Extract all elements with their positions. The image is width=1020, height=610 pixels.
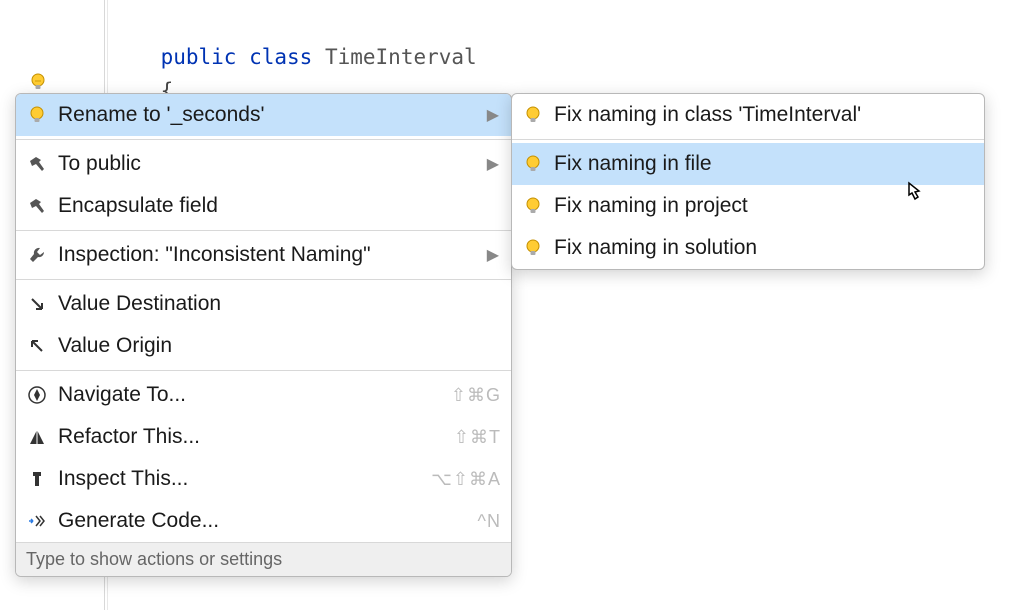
menu-item-label: Generate Code... xyxy=(58,509,468,533)
bulb-icon xyxy=(522,196,544,216)
menu-item-label: Rename to '_seconds' xyxy=(58,103,477,127)
menu-item[interactable]: Value Origin xyxy=(16,325,511,367)
menu-separator xyxy=(16,230,511,231)
arrow-ul-icon xyxy=(26,336,48,356)
menu-item[interactable]: Fix naming in file xyxy=(512,143,984,185)
menu-item[interactable]: Generate Code... ^N xyxy=(16,500,511,542)
menu-item-shortcut: ⌥⇧⌘A xyxy=(431,469,501,490)
menu-item[interactable]: Refactor This... ⇧⌘T xyxy=(16,416,511,458)
menu-item-label: Inspection: "Inconsistent Naming" xyxy=(58,243,477,267)
menu-separator xyxy=(16,139,511,140)
hammer-icon xyxy=(26,196,48,216)
menu-item[interactable]: Inspect This... ⌥⇧⌘A xyxy=(16,458,511,500)
hammer-icon xyxy=(26,154,48,174)
menu-item[interactable]: Value Destination xyxy=(16,283,511,325)
menu-item[interactable]: Fix naming in class 'TimeInterval' xyxy=(512,94,984,136)
bulb-icon xyxy=(522,238,544,258)
menu-item-label: Value Origin xyxy=(58,334,501,358)
pyramid-icon xyxy=(26,427,48,447)
bulb-icon xyxy=(522,154,544,174)
menu-footer-hint: Type to show actions or settings xyxy=(16,542,511,576)
context-actions-submenu[interactable]: Fix naming in class 'TimeInterval' Fix na… xyxy=(511,93,985,270)
menu-item[interactable]: Fix naming in solution xyxy=(512,227,984,269)
menu-item[interactable]: Inspection: "Inconsistent Naming" ▶ xyxy=(16,234,511,276)
menu-item-label: Fix naming in project xyxy=(554,194,974,218)
menu-separator xyxy=(16,370,511,371)
menu-item-label: Fix naming in solution xyxy=(554,236,974,260)
menu-item-label: Fix naming in class 'TimeInterval' xyxy=(554,103,974,127)
menu-item-label: To public xyxy=(58,152,477,176)
code-line-1: public class TimeInterval xyxy=(110,45,477,69)
menu-item[interactable]: Fix naming in project xyxy=(512,185,984,227)
lightbulb-icon xyxy=(28,72,48,92)
menu-item[interactable]: Navigate To... ⇧⌘G xyxy=(16,374,511,416)
menu-separator xyxy=(16,279,511,280)
menu-item-shortcut: ⇧⌘G xyxy=(451,385,501,406)
context-actions-menu[interactable]: Rename to '_seconds' ▶ To public ▶ Encapsula… xyxy=(15,93,512,577)
menu-item[interactable]: Encapsulate field xyxy=(16,185,511,227)
submenu-arrow-icon: ▶ xyxy=(487,105,499,125)
menu-item[interactable]: Rename to '_seconds' ▶ xyxy=(16,94,511,136)
inspect-icon xyxy=(26,469,48,489)
menu-separator xyxy=(512,139,984,140)
type-name: TimeInterval xyxy=(325,45,477,69)
submenu-arrow-icon: ▶ xyxy=(487,154,499,174)
menu-item-shortcut: ⇧⌘T xyxy=(454,427,501,448)
menu-item-label: Encapsulate field xyxy=(58,194,501,218)
submenu-arrow-icon: ▶ xyxy=(487,245,499,265)
menu-item-shortcut: ^N xyxy=(478,511,501,532)
menu-item-label: Inspect This... xyxy=(58,467,421,491)
wrench-icon xyxy=(26,245,48,265)
keyword-class: class xyxy=(249,45,312,69)
arrow-dr-icon xyxy=(26,294,48,314)
bulb-icon xyxy=(26,105,48,125)
bulb-icon xyxy=(522,105,544,125)
menu-item-label: Value Destination xyxy=(58,292,501,316)
menu-item-label: Navigate To... xyxy=(58,383,441,407)
menu-item-label: Refactor This... xyxy=(58,425,444,449)
keyword-public: public xyxy=(161,45,237,69)
compass-icon xyxy=(26,385,48,405)
menu-item-label: Fix naming in file xyxy=(554,152,974,176)
generate-icon xyxy=(26,511,48,531)
menu-item[interactable]: To public ▶ xyxy=(16,143,511,185)
